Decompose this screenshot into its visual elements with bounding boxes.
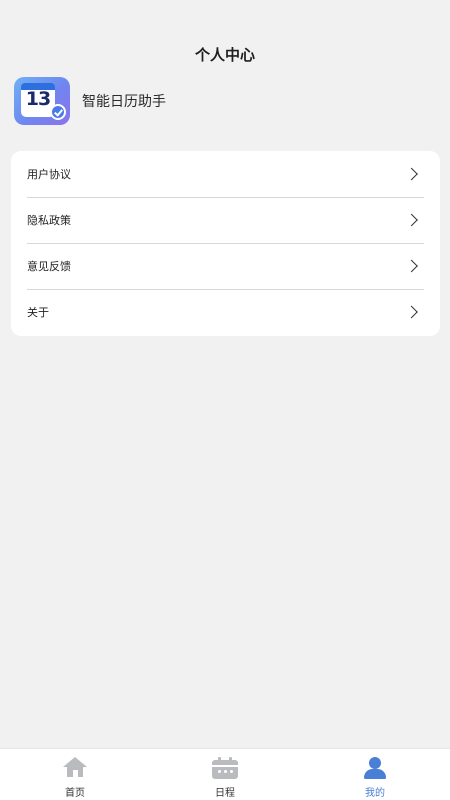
app-calendar-icon: 13 (14, 77, 70, 125)
calendar-icon (211, 756, 239, 780)
menu-item-label: 关于 (27, 306, 49, 319)
tab-mine[interactable]: 我的 (300, 749, 450, 800)
tab-label: 日程 (215, 788, 235, 799)
chevron-right-icon (405, 167, 418, 181)
tab-schedule[interactable]: 日程 (150, 749, 300, 800)
tab-label: 我的 (365, 788, 385, 799)
menu-item-user-agreement[interactable]: 用户协议 (11, 151, 440, 197)
tab-label: 首页 (65, 788, 85, 799)
chevron-right-icon (405, 305, 418, 319)
menu-item-feedback[interactable]: 意见反馈 (11, 243, 440, 289)
menu-item-label: 隐私政策 (27, 214, 71, 227)
page-title: 个人中心 (194, 46, 255, 64)
check-badge-icon (50, 104, 66, 120)
person-icon (361, 756, 389, 780)
chevron-right-icon (405, 213, 418, 227)
settings-menu: 用户协议 隐私政策 意见反馈 关于 (11, 151, 440, 336)
chevron-right-icon (405, 259, 418, 273)
app-info: 13 智能日历助手 (14, 77, 166, 125)
bottom-tab-bar: 首页 日程 我的 (0, 748, 450, 800)
menu-item-label: 用户协议 (27, 168, 71, 181)
menu-item-about[interactable]: 关于 (11, 289, 440, 335)
app-name: 智能日历助手 (82, 94, 166, 110)
menu-item-privacy-policy[interactable]: 隐私政策 (11, 197, 440, 243)
menu-item-label: 意见反馈 (27, 260, 71, 273)
app-icon-number: 13 (25, 88, 51, 110)
home-icon (61, 756, 89, 780)
tab-home[interactable]: 首页 (0, 749, 150, 800)
